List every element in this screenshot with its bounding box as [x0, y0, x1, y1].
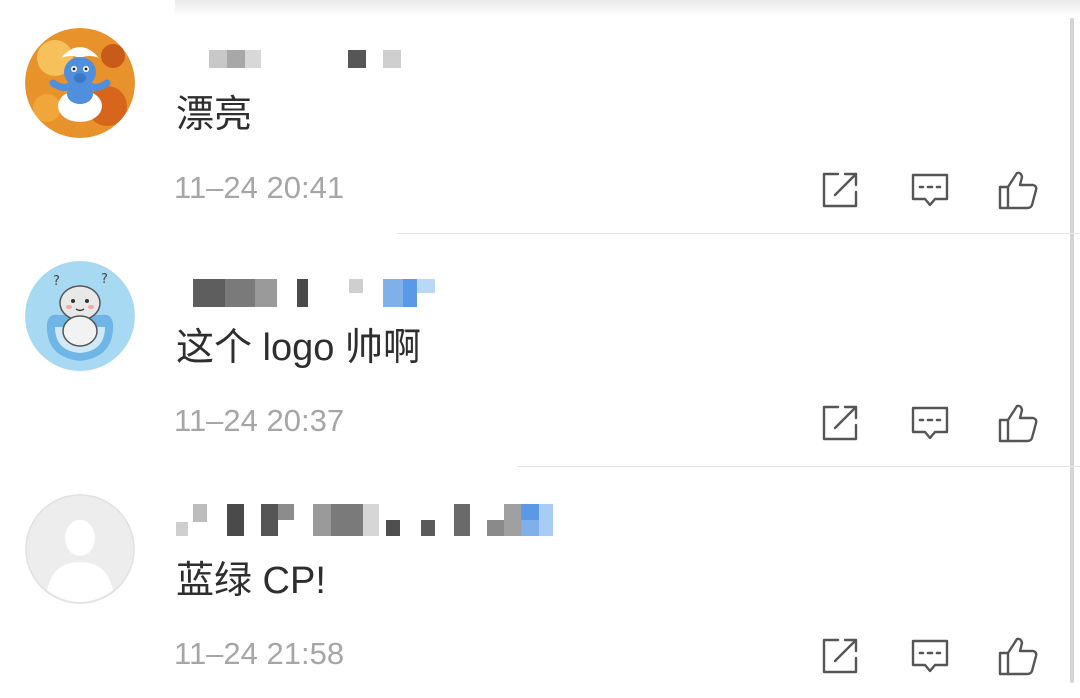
- smurf-avatar-icon[interactable]: [25, 28, 135, 138]
- reply-icon[interactable]: [908, 168, 952, 212]
- share-icon[interactable]: [818, 168, 862, 212]
- reply-icon[interactable]: [908, 634, 952, 678]
- share-icon[interactable]: [818, 401, 862, 445]
- default-avatar-icon[interactable]: [25, 494, 135, 604]
- thumbs-up-icon[interactable]: [996, 401, 1040, 445]
- comment-timestamp: 11–24 20:37: [174, 403, 345, 438]
- username-blurred[interactable]: [176, 504, 626, 548]
- username-blurred[interactable]: [176, 275, 626, 315]
- svg-text:?: ?: [53, 274, 60, 289]
- thumbs-up-icon[interactable]: [996, 634, 1040, 678]
- share-icon[interactable]: [818, 634, 862, 678]
- comment-text: 漂亮: [176, 94, 253, 136]
- comment-text: 蓝绿 CP!: [176, 560, 326, 602]
- username-blurred[interactable]: [176, 42, 626, 82]
- comment-timestamp: 11–24 21:58: [174, 636, 345, 671]
- comment-item: ? ? 这个 logo 帅啊 11–24 20:37: [0, 233, 1080, 467]
- comment-item: 漂亮 11–24 20:41: [0, 0, 1080, 234]
- thumbs-up-icon[interactable]: [996, 168, 1040, 212]
- comment-timestamp: 11–24 20:41: [174, 170, 345, 205]
- svg-text:?: ?: [101, 272, 108, 287]
- reply-icon[interactable]: [908, 401, 952, 445]
- cartoon-avatar-icon[interactable]: ? ?: [25, 261, 135, 371]
- comment-text: 这个 logo 帅啊: [176, 327, 421, 369]
- comment-item: 蓝绿 CP! 11–24 21:58: [0, 466, 1080, 698]
